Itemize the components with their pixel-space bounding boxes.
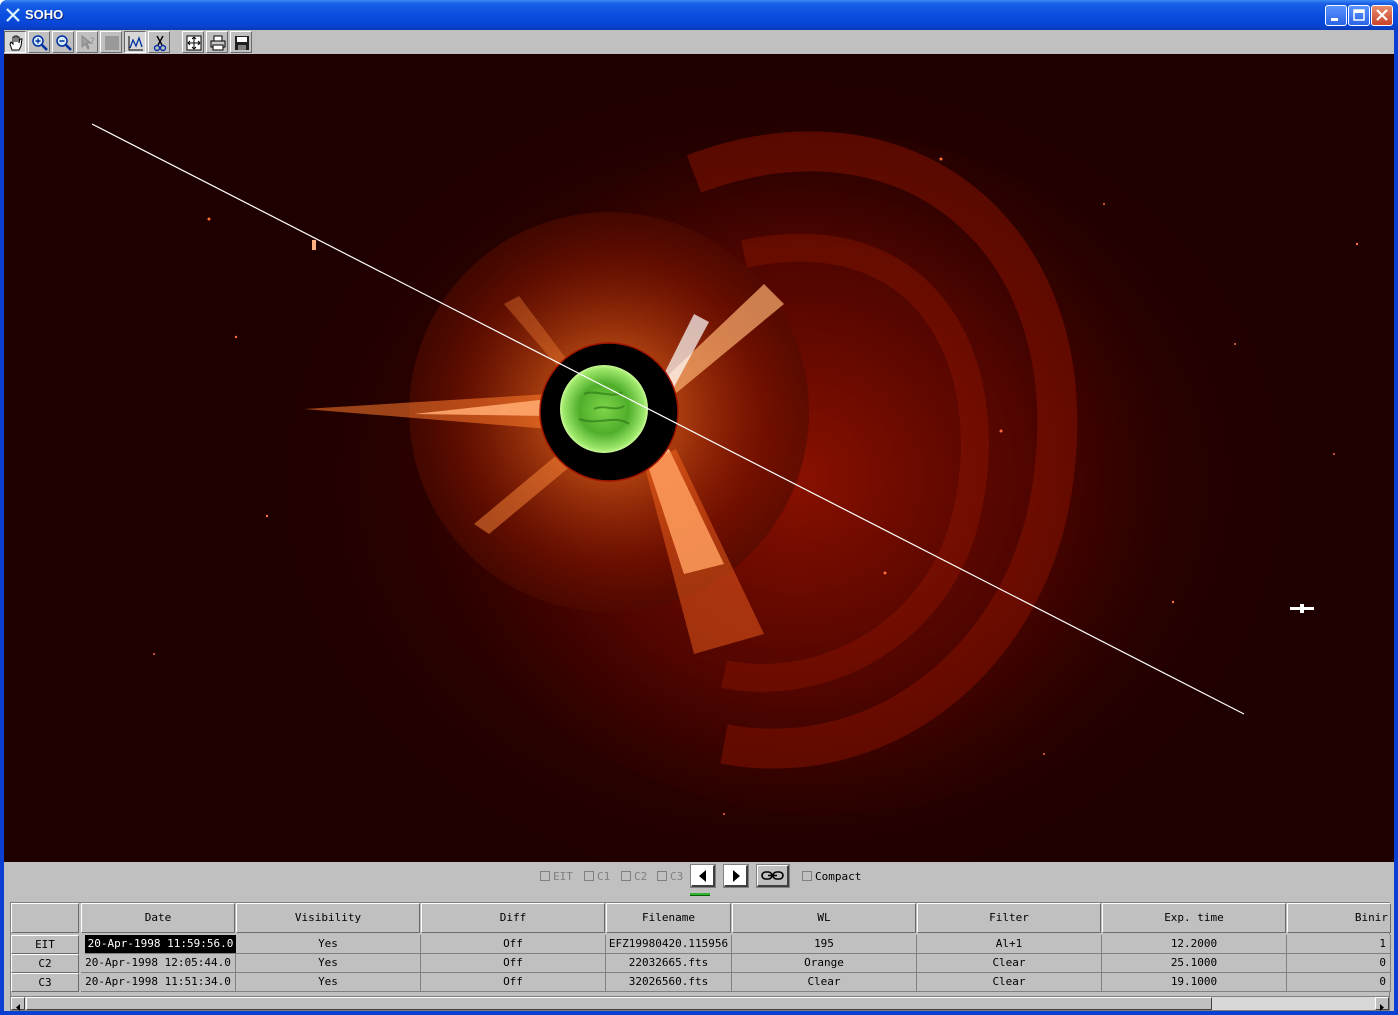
cell-binning[interactable]: 0 xyxy=(1287,973,1391,992)
cell-wl[interactable]: 195 xyxy=(732,935,917,954)
instrument-table: Date Visibility Diff Filename WL Filter … xyxy=(10,902,1391,1002)
minimize-icon xyxy=(1331,18,1338,21)
c1-checkbox[interactable]: C1 xyxy=(584,870,610,884)
header-visibility[interactable]: Visibility xyxy=(236,903,420,933)
header-exp-time[interactable]: Exp. time xyxy=(1102,903,1286,933)
header-binning[interactable]: Binir xyxy=(1287,903,1391,933)
svg-text:?: ? xyxy=(90,37,95,47)
cut-button[interactable] xyxy=(148,31,170,53)
c3-checkbox[interactable]: C3 xyxy=(657,870,683,884)
header-diff[interactable]: Diff xyxy=(421,903,605,933)
solar-composite-image xyxy=(91,123,1359,815)
horizontal-scrollbar[interactable] xyxy=(10,996,1390,1011)
cell-diff[interactable]: Off xyxy=(421,954,606,973)
x-app-icon xyxy=(6,8,20,22)
row-header-c2[interactable]: C2 xyxy=(11,954,79,973)
controls-bar: EIT C1 C2 C3 Compact xyxy=(4,862,1394,898)
cell-diff[interactable]: Off xyxy=(421,935,606,954)
link-button[interactable] xyxy=(756,864,790,888)
row-header-c3[interactable]: C3 xyxy=(11,973,79,992)
cell-visibility[interactable]: Yes xyxy=(236,954,421,973)
scroll-left-icon xyxy=(16,1004,20,1011)
cell-wl[interactable]: Orange xyxy=(732,954,917,973)
profile-button[interactable] xyxy=(124,31,146,53)
cell-exp-time[interactable]: 19.1000 xyxy=(1102,973,1287,992)
triangle-left-icon xyxy=(699,870,706,882)
scroll-left-button[interactable] xyxy=(11,997,25,1011)
client-area: ? EIT C1 C2 C3 Compact Date Visibility D… xyxy=(4,30,1394,1011)
frame-indicator xyxy=(690,893,710,896)
cell-wl[interactable]: Clear xyxy=(732,973,917,992)
cell-exp-time[interactable]: 25.1000 xyxy=(1102,954,1287,973)
help-button[interactable]: ? xyxy=(76,31,98,53)
toolbar: ? xyxy=(4,30,1394,54)
header-wl[interactable]: WL xyxy=(732,903,916,933)
blank-button[interactable] xyxy=(100,31,122,53)
cell-visibility[interactable]: Yes xyxy=(236,935,421,954)
print-icon xyxy=(210,35,226,51)
link-icon xyxy=(761,871,784,880)
row-header-eit[interactable]: EIT xyxy=(11,935,79,954)
scroll-right-icon xyxy=(1380,1004,1384,1011)
header-filter[interactable]: Filter xyxy=(917,903,1101,933)
zoom-in-icon xyxy=(32,35,48,51)
maximize-button[interactable] xyxy=(1348,5,1370,26)
header-corner xyxy=(11,903,79,933)
triangle-right-icon xyxy=(733,870,740,882)
profile-icon xyxy=(128,36,143,51)
zoom-out-button[interactable] xyxy=(52,31,74,53)
cell-filename[interactable]: EFZ19980420.115956 xyxy=(606,935,732,954)
cell-filter[interactable]: Clear xyxy=(917,954,1102,973)
cell-date[interactable]: 20-Apr-1998 11:51:34.0 xyxy=(81,973,236,992)
cell-binning[interactable]: 1 xyxy=(1287,935,1391,954)
eit-sun-disc xyxy=(560,365,648,453)
pan-tool-button[interactable] xyxy=(4,31,26,53)
next-frame-button[interactable] xyxy=(723,864,749,888)
zoom-out-icon xyxy=(56,35,72,51)
cell-filter[interactable]: Clear xyxy=(917,973,1102,992)
soho-window: SOHO ? EIT C1 C2 C3 Compact Date Visibil… xyxy=(0,0,1398,1015)
minimize-button[interactable] xyxy=(1325,5,1347,26)
eit-checkbox[interactable]: EIT xyxy=(540,870,573,884)
cell-filename[interactable]: 32026560.fts xyxy=(606,973,732,992)
compact-checkbox[interactable]: Compact xyxy=(802,870,861,884)
header-filename[interactable]: Filename xyxy=(606,903,731,933)
cell-binning[interactable]: 0 xyxy=(1287,954,1391,973)
cell-filename[interactable]: 22032665.fts xyxy=(606,954,732,973)
save-button[interactable] xyxy=(230,31,252,53)
cell-date[interactable]: 20-Apr-1998 11:59:56.0 xyxy=(85,935,237,954)
save-icon xyxy=(235,36,249,50)
cell-diff[interactable]: Off xyxy=(421,973,606,992)
scroll-right-button[interactable] xyxy=(1375,997,1389,1011)
pan-hand-icon xyxy=(9,35,23,51)
maximize-icon xyxy=(1353,9,1365,21)
cut-icon xyxy=(153,35,167,52)
previous-frame-button[interactable] xyxy=(690,864,716,888)
fit-button[interactable] xyxy=(182,31,204,53)
window-title: SOHO xyxy=(25,7,64,22)
scroll-thumb[interactable] xyxy=(26,997,1212,1010)
image-viewport[interactable] xyxy=(4,54,1394,862)
print-button[interactable] xyxy=(206,31,228,53)
close-button[interactable] xyxy=(1371,5,1393,26)
cell-filter[interactable]: Al+1 xyxy=(917,935,1102,954)
header-date[interactable]: Date xyxy=(81,903,235,933)
cell-exp-time[interactable]: 12.2000 xyxy=(1102,935,1287,954)
title-bar[interactable]: SOHO xyxy=(0,0,1398,30)
zoom-in-button[interactable] xyxy=(28,31,50,53)
c2-checkbox[interactable]: C2 xyxy=(621,870,647,884)
blank-icon xyxy=(105,36,119,50)
cell-visibility[interactable]: Yes xyxy=(236,973,421,992)
cell-date[interactable]: 20-Apr-1998 12:05:44.0 xyxy=(81,954,236,973)
close-icon xyxy=(1376,9,1388,21)
fit-icon xyxy=(186,35,202,51)
help-icon: ? xyxy=(81,35,95,50)
